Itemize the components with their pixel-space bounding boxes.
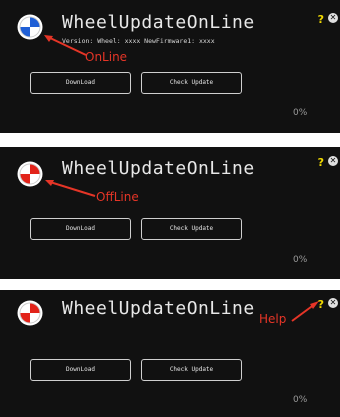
- annotation-arrow-icon: [291, 301, 319, 322]
- annotation-arrow-icon: [45, 180, 96, 197]
- updater-panel-offline: WheelUpdateOnLine ? ✕ DownLoad Check Upd…: [0, 147, 340, 279]
- annotation-arrow-icon: [44, 35, 87, 56]
- updater-panel-online: WheelUpdateOnLine Version: Wheel: xxxx N…: [0, 0, 340, 133]
- updater-panel-help: WheelUpdateOnLine ? ✕ DownLoad Check Upd…: [0, 290, 340, 417]
